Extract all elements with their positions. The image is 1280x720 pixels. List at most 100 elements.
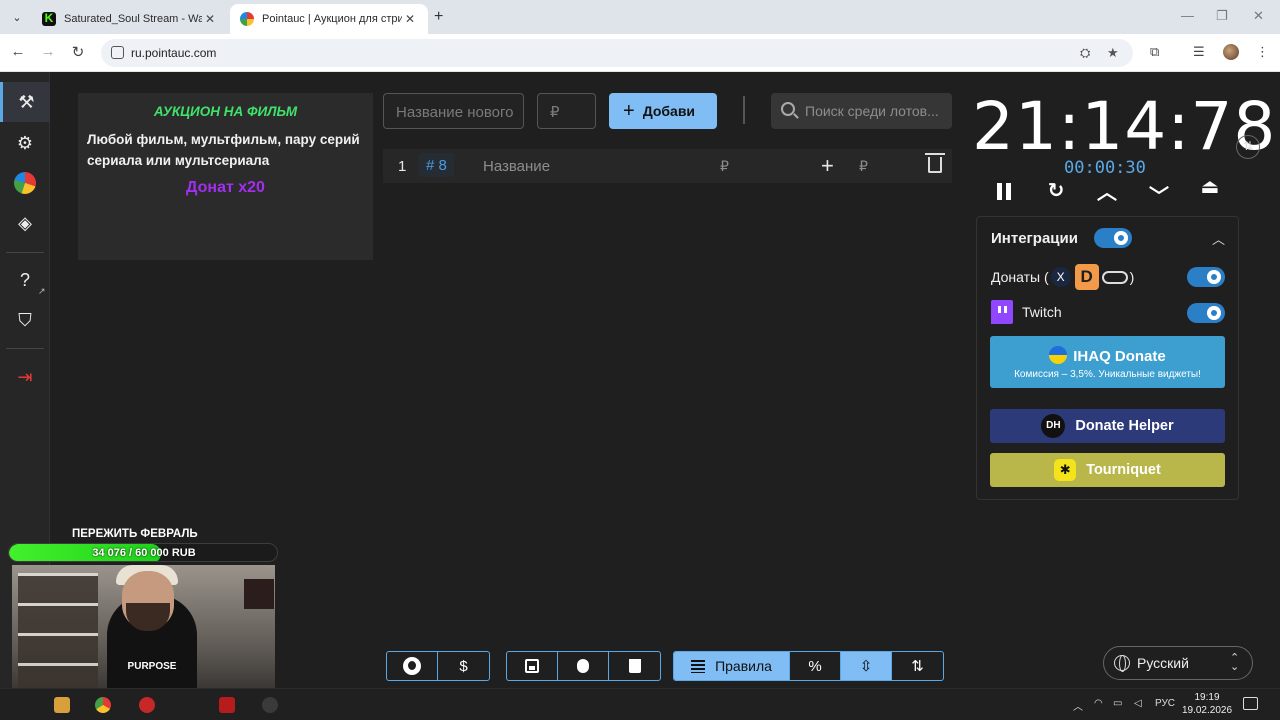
forward-arrow-icon[interactable]: → — [38, 43, 58, 60]
increase-time-chevron-up-icon[interactable]: ︿ — [1094, 176, 1120, 204]
rules-body: Любой фильм, мультфильм, пару серий сери… — [87, 132, 360, 168]
streamer-webcam: PURPOSE — [12, 565, 275, 706]
timer-display: 21:14:78 — [972, 88, 1277, 165]
layers-icon[interactable]: ◈ — [0, 203, 50, 243]
auction-gavel-icon[interactable]: ⚒ — [0, 82, 50, 122]
new-lot-cost-placeholder: ₽ — [550, 104, 560, 121]
tab-title: Saturated_Soul Stream - Watch — [64, 13, 202, 25]
report-bug-button[interactable] — [558, 652, 609, 680]
twitch-toggle[interactable] — [1187, 303, 1225, 323]
notifications-icon[interactable] — [1243, 697, 1258, 710]
ihaq-donate-button[interactable]: IHAQ Donate Комиссия – 3,5%. Уникальные … — [990, 336, 1225, 388]
new-tab-plus-icon[interactable]: + — [434, 8, 443, 26]
compress-icon: ⇳ — [859, 658, 873, 675]
add-lot-button[interactable]: + Добавить — [609, 93, 717, 129]
restore-icon[interactable]: ❐ — [1216, 8, 1228, 24]
decrease-time-chevron-down-icon[interactable]: ﹀ — [1146, 180, 1172, 208]
rules-card: АУКЦИОН НА ФИЛЬМ Любой фильм, мультфильм… — [78, 93, 373, 260]
app-taskbar-icon[interactable] — [262, 697, 278, 713]
chrome-taskbar-icon[interactable] — [95, 697, 111, 713]
reset-timer-icon[interactable]: ↻ — [1043, 178, 1069, 204]
rules-title: АУКЦИОН НА ФИЛЬМ — [153, 104, 298, 119]
new-lot-cost-input[interactable]: ₽ — [537, 93, 596, 129]
reload-icon[interactable]: ↻ — [68, 43, 88, 61]
percent-toggle-button[interactable]: % — [790, 652, 841, 680]
donatty-icon — [1101, 270, 1128, 284]
browser-menu-icon[interactable]: ⋮ — [1256, 44, 1269, 60]
wifi-icon[interactable]: ◠ — [1094, 698, 1103, 709]
battery-icon[interactable]: ▭ — [1113, 698, 1122, 709]
rules-label: Правила — [715, 658, 772, 674]
tray-chevron-up-icon[interactable]: ︿ — [1073, 698, 1083, 713]
language-select[interactable]: Русский ⌃ ⌄ — [1103, 646, 1253, 680]
volume-icon[interactable]: ◁ — [1134, 698, 1142, 709]
browser-tab-kick[interactable]: Saturated_Soul Stream - Watch ✕ — [32, 4, 228, 34]
file-explorer-icon[interactable] — [54, 697, 70, 713]
clear-lots-button[interactable] — [609, 652, 660, 680]
webcam-poster — [244, 579, 274, 609]
stream-goal-progress-bar: 34 076 / 60 000 RUB — [8, 543, 278, 562]
address-bar[interactable]: ru.pointauc.com ⛭ ★ — [101, 39, 1133, 67]
gear-icon[interactable]: ⚙ — [0, 123, 50, 163]
rules-toggle-button[interactable]: Правила — [674, 652, 790, 680]
donate-helper-label: Donate Helper — [1075, 418, 1174, 434]
browser-tab-pointauc[interactable]: Pointauc | Аукцион для стриме ✕ — [230, 4, 428, 34]
tab-search-chevron-icon[interactable]: ⌄ — [6, 6, 28, 28]
donate-dollar-button[interactable]: $ — [438, 652, 489, 680]
minimize-icon[interactable]: — — [1181, 8, 1194, 23]
bookmark-star-icon[interactable]: ★ — [1107, 45, 1119, 61]
sort-arrows-icon: ⇅ — [911, 658, 924, 675]
kick-favicon-icon — [42, 11, 56, 26]
new-lot-name-placeholder: Название нового — [396, 104, 514, 121]
rules-donation-note: Донат x20 — [186, 179, 265, 196]
lot-amount-input[interactable]: ₽ — [720, 158, 729, 175]
lot-search-input[interactable]: Поиск среди лотов... — [771, 93, 952, 129]
tourniquet-label: Tourniquet — [1086, 462, 1161, 478]
close-tab-icon[interactable]: ✕ — [402, 12, 418, 26]
app-taskbar-icon[interactable] — [219, 697, 235, 713]
collapse-chevron-up-icon[interactable]: ︿ — [1212, 229, 1225, 248]
wheel-pie-icon[interactable] — [0, 163, 50, 203]
pause-icon[interactable] — [995, 183, 1013, 200]
twitch-label: Twitch — [1022, 304, 1062, 320]
new-lot-name-input[interactable]: Название нового — [383, 93, 524, 129]
external-link-icon: ↗ — [38, 286, 46, 296]
links-group: $ — [386, 651, 490, 681]
add-amount-plus-icon[interactable]: + — [821, 153, 834, 179]
logout-icon[interactable]: ⇥ — [0, 357, 50, 397]
select-updown-icon: ⌃ ⌄ — [1230, 652, 1240, 673]
extensions-puzzle-icon[interactable]: ⧉ — [1150, 44, 1159, 60]
percent-icon: % — [808, 657, 822, 675]
back-arrow-icon[interactable]: ← — [8, 43, 28, 60]
tourniquet-button[interactable]: ✱ Tourniquet — [990, 453, 1225, 487]
compact-view-button[interactable]: ⇳ — [841, 652, 892, 680]
ihaq-logo-icon — [1049, 346, 1068, 364]
double-chevron-up-icon[interactable]: ⏏ — [1197, 174, 1223, 200]
github-button[interactable] — [387, 652, 438, 680]
window-close-icon[interactable]: ✕ — [1253, 8, 1264, 24]
taskbar-clock[interactable]: 19:19 19.02.2026 — [1181, 691, 1233, 717]
app-taskbar-icon[interactable] — [139, 697, 155, 713]
lot-id-badge[interactable]: # 8 — [419, 153, 454, 177]
lot-search-placeholder: Поиск среди лотов... — [805, 103, 939, 119]
sort-button[interactable]: ⇅ — [892, 652, 943, 680]
donations-row: Донаты ( X D ) — [991, 264, 1134, 290]
lot-name-input[interactable]: Название — [483, 158, 550, 175]
sidebar-divider — [6, 348, 44, 349]
integrations-toggle[interactable] — [1094, 228, 1132, 248]
swap-arrows-icon[interactable]: ⇅ — [1236, 135, 1260, 159]
donate-helper-button[interactable]: DH Donate Helper — [990, 409, 1225, 443]
shield-icon[interactable]: ⛉ — [0, 300, 50, 340]
profile-avatar[interactable] — [1223, 44, 1239, 60]
lot-add-amount-input[interactable]: ₽ — [859, 158, 868, 175]
close-tab-icon[interactable]: ✕ — [202, 12, 218, 26]
clear-list-icon — [628, 659, 641, 673]
save-button[interactable] — [507, 652, 558, 680]
input-language[interactable]: РУС — [1155, 698, 1175, 709]
delete-lot-trash-icon[interactable] — [925, 153, 945, 173]
donations-toggle[interactable] — [1187, 267, 1225, 287]
browser-tab-bar: ⌄ Saturated_Soul Stream - Watch ✕ Pointa… — [0, 0, 1280, 34]
reading-list-icon[interactable]: ☰ — [1193, 44, 1205, 60]
translate-icon[interactable]: ⛭ — [1080, 45, 1090, 61]
site-info-icon[interactable] — [111, 46, 124, 59]
